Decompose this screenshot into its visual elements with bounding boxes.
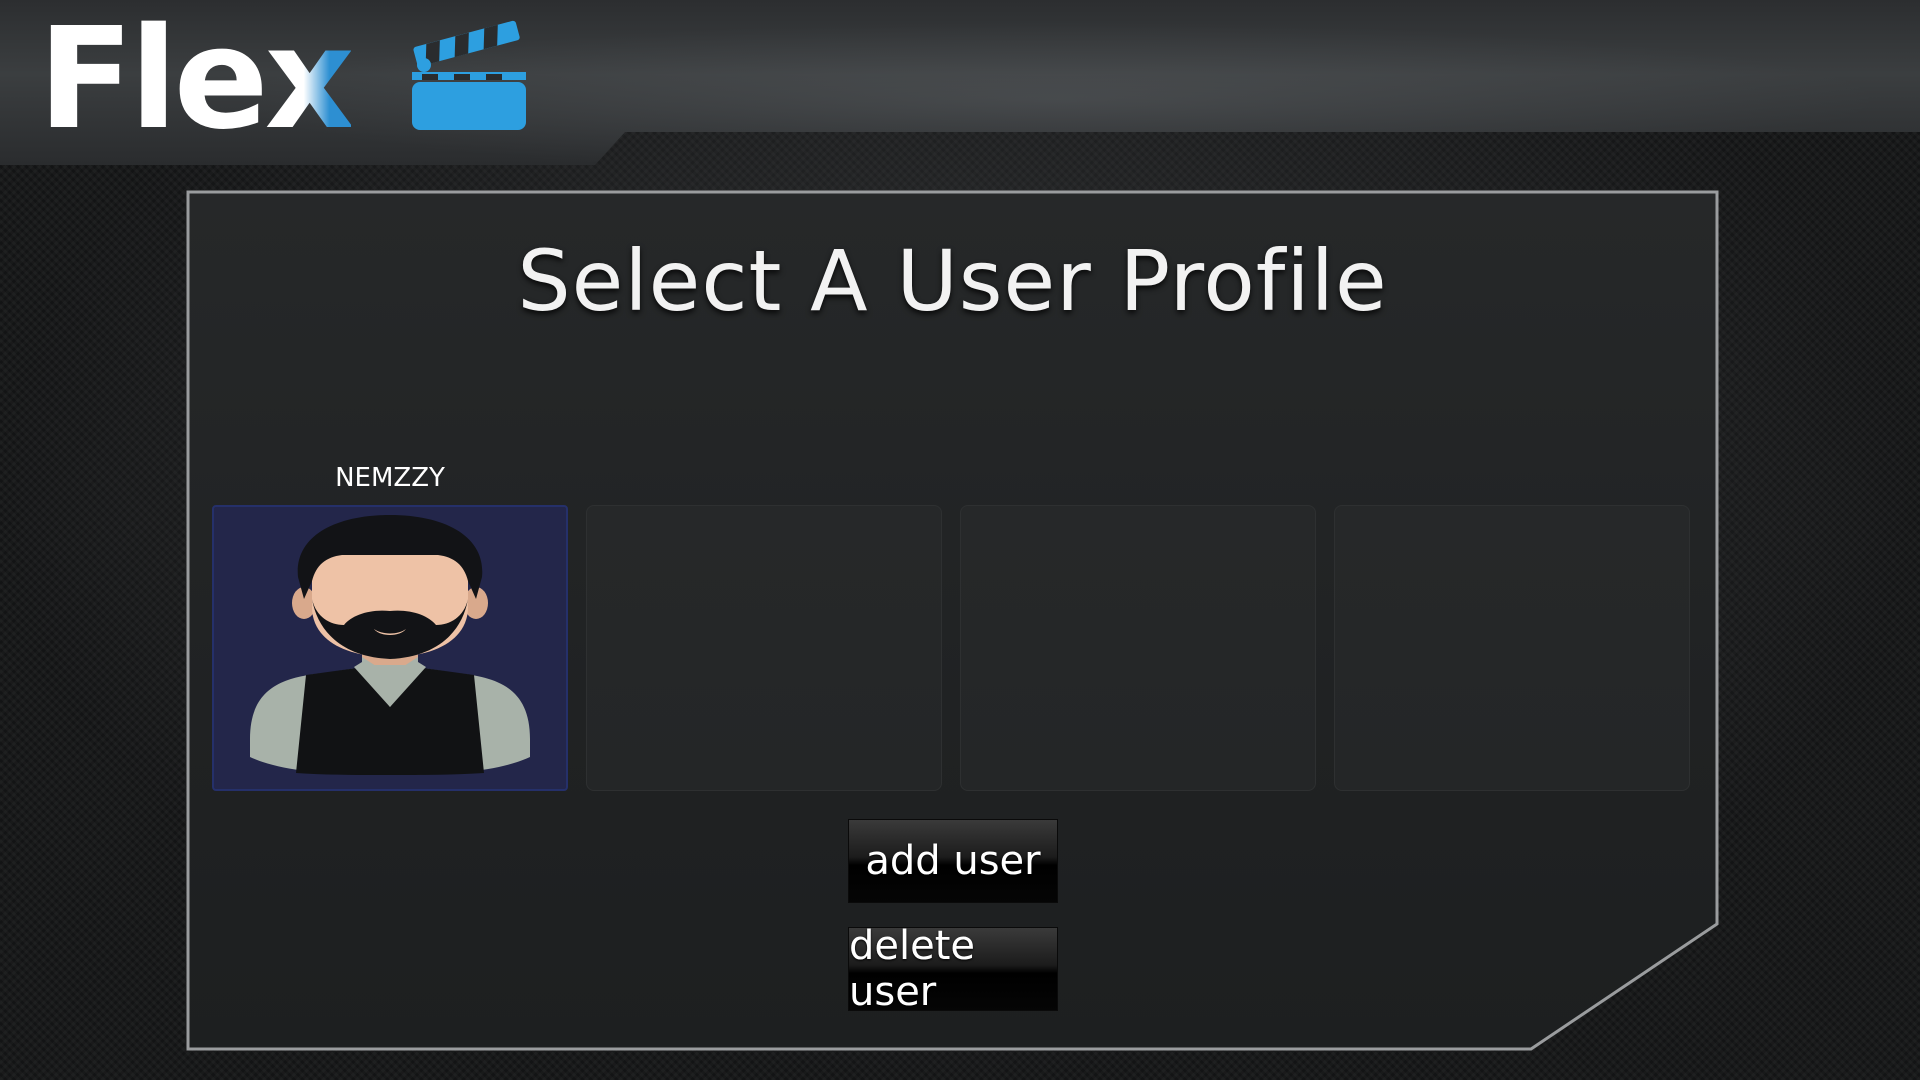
profile-slot-nemzzy[interactable] — [212, 505, 568, 791]
logo-text-main: Fle — [38, 0, 269, 161]
add-user-button[interactable]: add user — [848, 819, 1058, 903]
page-title: Select A User Profile — [517, 232, 1388, 330]
profile-name: NEMZZY — [335, 463, 445, 493]
app-logo: Flex — [38, 0, 355, 160]
delete-user-button[interactable]: delete user — [848, 923, 1058, 1015]
profile-slot-empty[interactable] — [960, 505, 1316, 791]
clapperboard-icon — [412, 20, 526, 130]
profile-slot-empty[interactable] — [1334, 505, 1690, 791]
profiles-row: NEMZZY — [210, 463, 1696, 793]
logo-text: Flex — [38, 10, 355, 150]
logo-text-accent: x — [264, 0, 355, 161]
bearded-man-avatar-icon — [250, 515, 530, 775]
profile-slot-empty[interactable] — [586, 505, 942, 791]
